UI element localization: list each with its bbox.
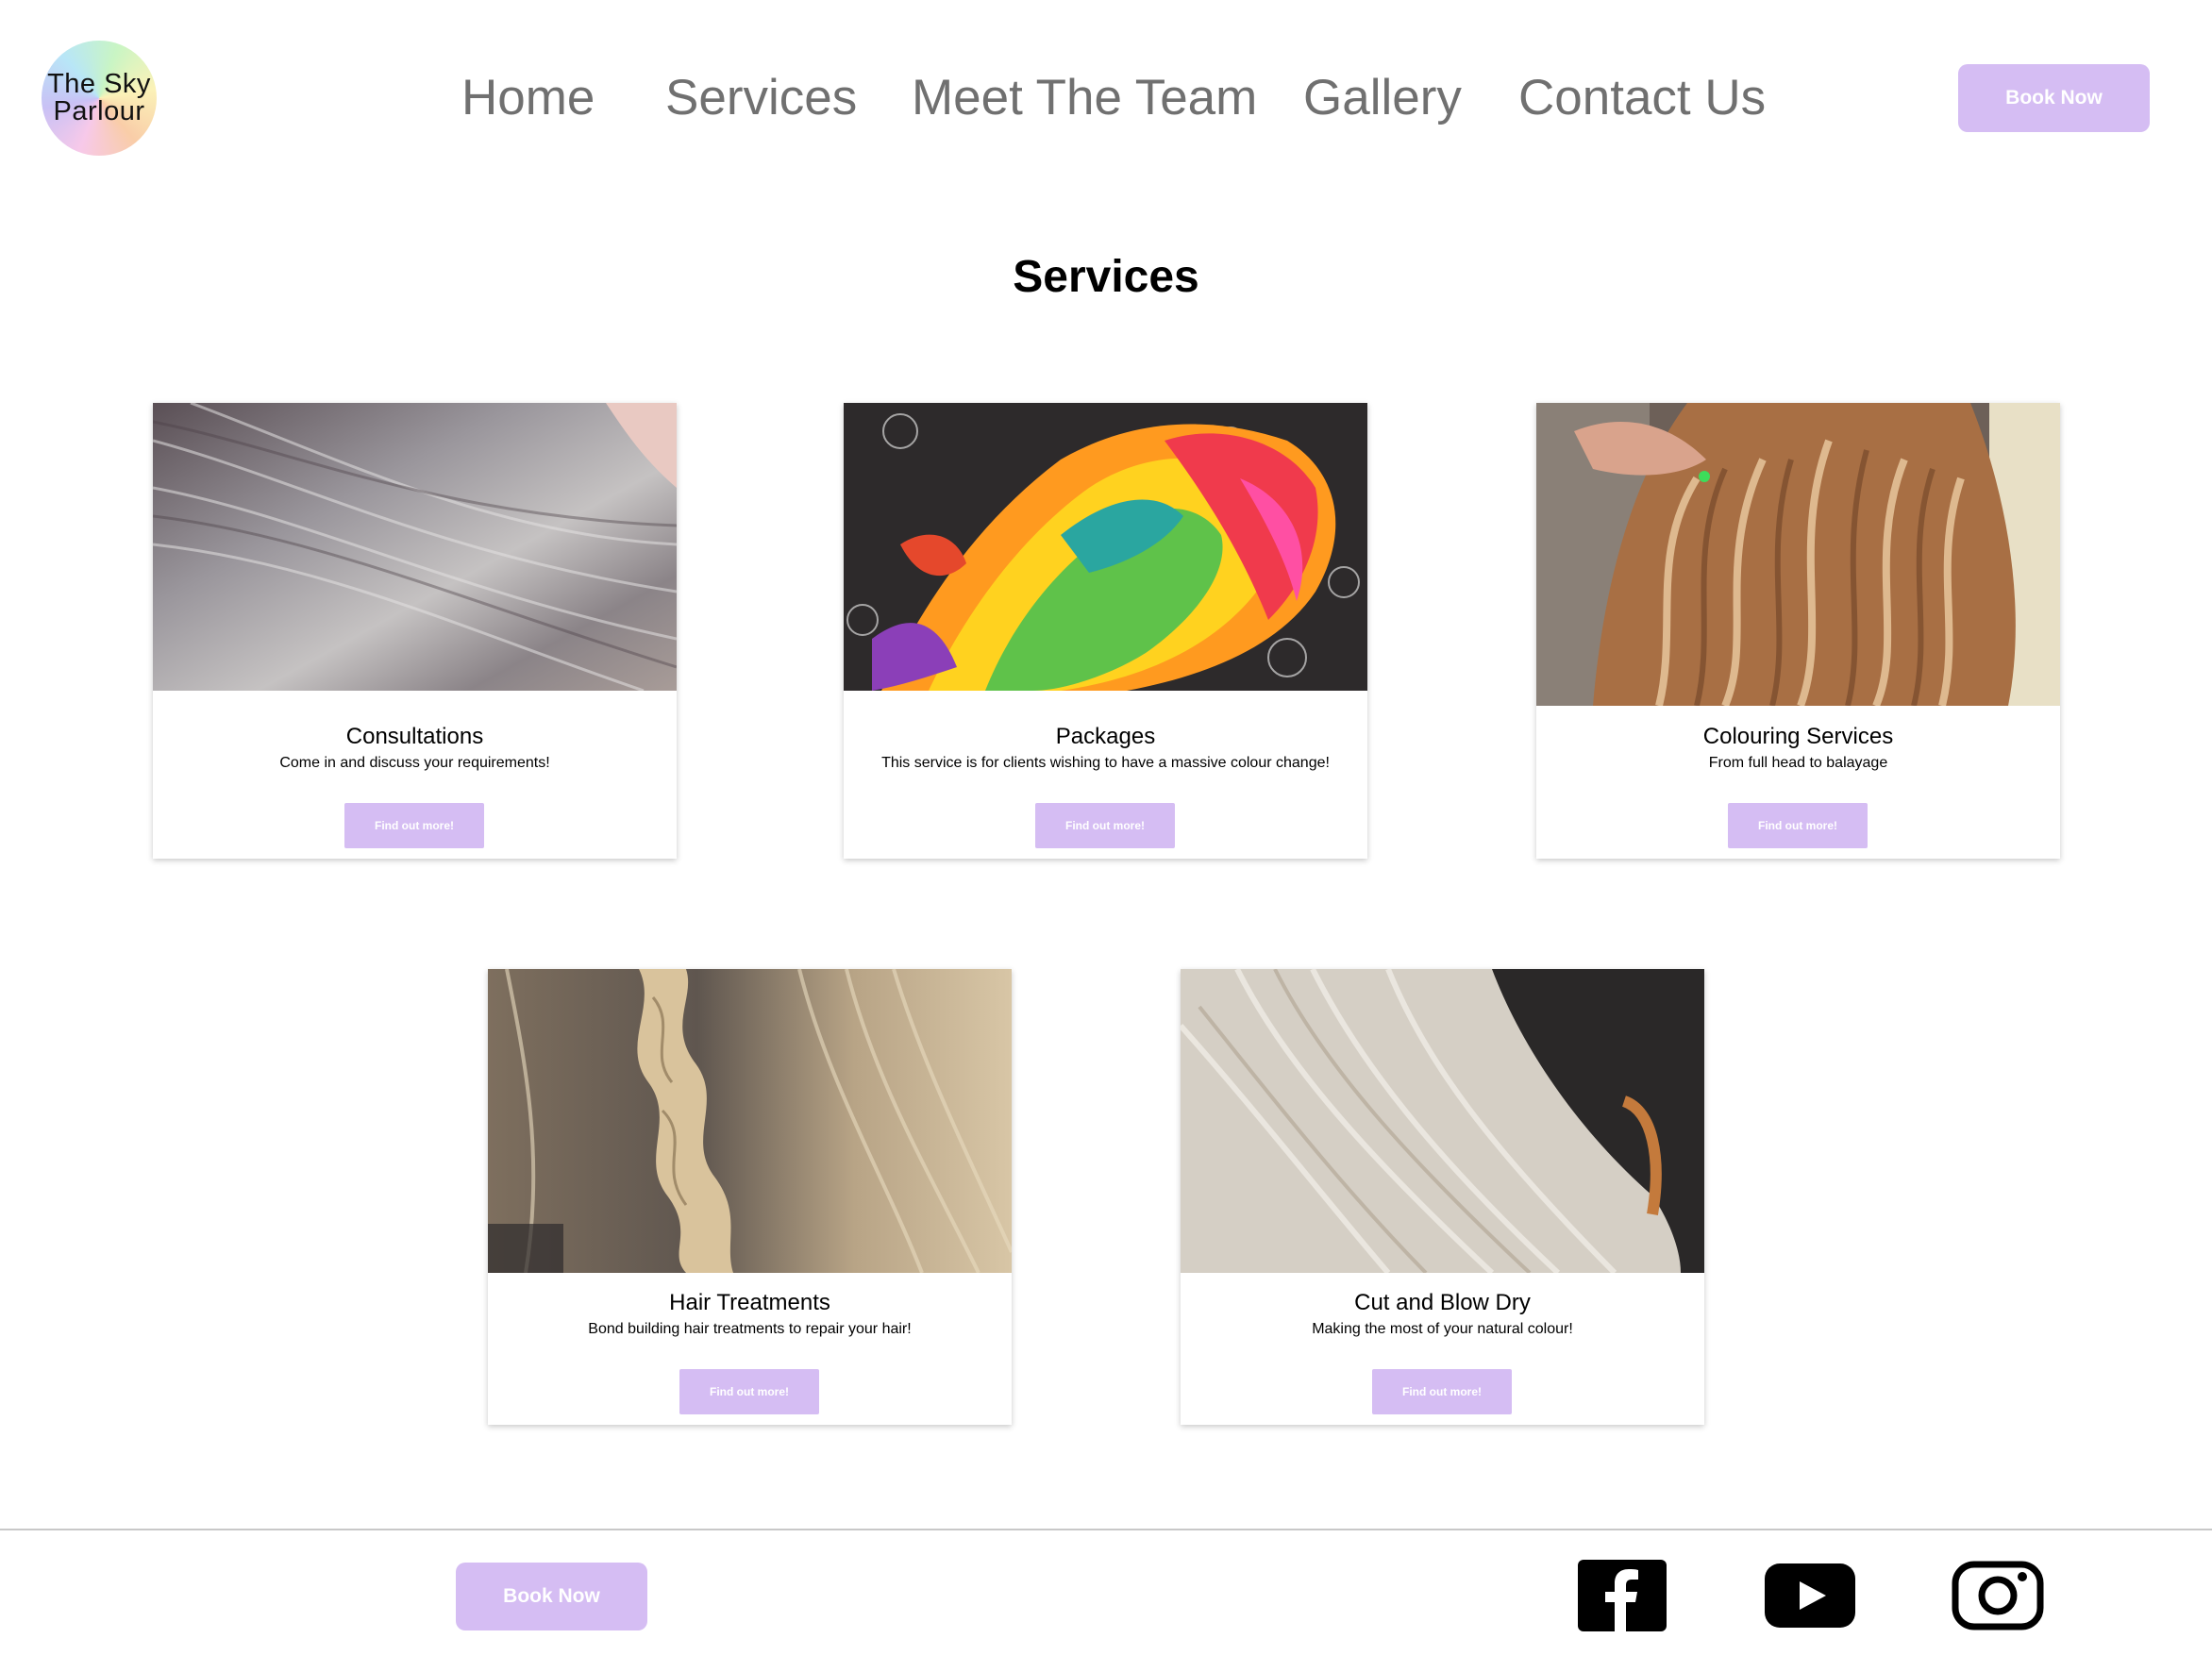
consultations-photo	[153, 403, 677, 691]
logo-text-line1: The Sky	[47, 69, 151, 99]
cut-and-blow-dry-photo	[1181, 969, 1704, 1273]
packages-photo	[844, 403, 1367, 691]
facebook-icon[interactable]	[1576, 1559, 1668, 1632]
logo[interactable]: The Sky Parlour	[42, 41, 157, 156]
logo-text-line2: Parlour	[53, 96, 145, 126]
footer-divider	[0, 1529, 2212, 1530]
find-out-more-button[interactable]: Find out more!	[344, 803, 484, 848]
nav-home[interactable]: Home	[461, 68, 595, 128]
youtube-icon[interactable]	[1764, 1559, 1856, 1632]
nav-gallery[interactable]: Gallery	[1303, 68, 1462, 128]
card-description: Making the most of your natural colour!	[1312, 1321, 1573, 1337]
find-out-more-button[interactable]: Find out more!	[1035, 803, 1175, 848]
card-title: Packages	[1055, 724, 1156, 749]
card-title: Cut and Blow Dry	[1354, 1290, 1531, 1315]
book-now-button[interactable]: Book Now	[1958, 64, 2150, 132]
hair-treatments-photo	[488, 969, 1012, 1273]
find-out-more-button[interactable]: Find out more!	[1372, 1369, 1512, 1414]
nav-meet-the-team[interactable]: Meet The Team	[912, 68, 1257, 128]
service-card-hair-treatments: Hair Treatments Bond building hair treat…	[488, 969, 1012, 1425]
find-out-more-button[interactable]: Find out more!	[679, 1369, 819, 1414]
card-description: Bond building hair treatments to repair …	[588, 1321, 912, 1337]
card-description: Come in and discuss your requirements!	[279, 755, 550, 771]
page-title: Services	[1013, 252, 1199, 302]
nav-services[interactable]: Services	[665, 68, 857, 128]
card-description: From full head to balayage	[1708, 755, 1888, 771]
find-out-more-button[interactable]: Find out more!	[1728, 803, 1868, 848]
card-title: Hair Treatments	[669, 1290, 830, 1315]
service-card-cut-and-blow-dry: Cut and Blow Dry Making the most of your…	[1181, 969, 1704, 1425]
colouring-services-photo	[1536, 403, 2060, 706]
instagram-icon[interactable]	[1952, 1559, 2044, 1632]
service-card-packages: Packages This service is for clients wis…	[844, 403, 1367, 859]
card-title: Colouring Services	[1702, 724, 1894, 749]
service-card-consultations: Consultations Come in and discuss your r…	[153, 403, 677, 859]
footer-book-now-button[interactable]: Book Now	[456, 1563, 647, 1630]
card-description: This service is for clients wishing to h…	[881, 755, 1330, 771]
nav-contact-us[interactable]: Contact Us	[1518, 68, 1766, 128]
card-title: Consultations	[345, 724, 484, 749]
service-card-colouring-services: Colouring Services From full head to bal…	[1536, 403, 2060, 859]
